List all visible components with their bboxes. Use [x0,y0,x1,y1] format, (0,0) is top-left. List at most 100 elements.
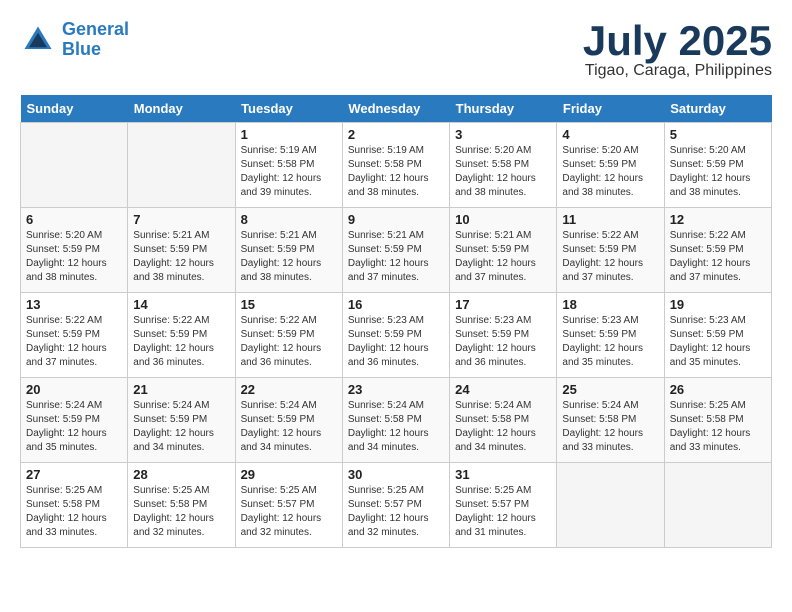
day-info: Sunrise: 5:21 AM Sunset: 5:59 PM Dayligh… [348,229,444,285]
calendar-cell: 3 Sunrise: 5:20 AM Sunset: 5:58 PM Dayli… [450,123,557,208]
day-number: 12 [670,212,766,227]
logo: General Blue [20,20,129,60]
day-info: Sunrise: 5:25 AM Sunset: 5:58 PM Dayligh… [26,484,122,540]
day-number: 5 [670,127,766,142]
calendar-cell: 30 Sunrise: 5:25 AM Sunset: 5:57 PM Dayl… [342,463,449,548]
day-number: 22 [241,382,337,397]
calendar-cell: 26 Sunrise: 5:25 AM Sunset: 5:58 PM Dayl… [664,378,771,463]
calendar-cell: 4 Sunrise: 5:20 AM Sunset: 5:59 PM Dayli… [557,123,664,208]
week-row-1: 1 Sunrise: 5:19 AM Sunset: 5:58 PM Dayli… [21,123,772,208]
header-wednesday: Wednesday [342,95,449,123]
calendar-cell: 14 Sunrise: 5:22 AM Sunset: 5:59 PM Dayl… [128,293,235,378]
day-info: Sunrise: 5:19 AM Sunset: 5:58 PM Dayligh… [241,144,337,200]
day-info: Sunrise: 5:20 AM Sunset: 5:59 PM Dayligh… [670,144,766,200]
day-info: Sunrise: 5:25 AM Sunset: 5:58 PM Dayligh… [670,399,766,455]
day-info: Sunrise: 5:25 AM Sunset: 5:58 PM Dayligh… [133,484,229,540]
day-info: Sunrise: 5:21 AM Sunset: 5:59 PM Dayligh… [133,229,229,285]
header-monday: Monday [128,95,235,123]
logo-line1: General [62,19,129,39]
day-number: 4 [562,127,658,142]
calendar-cell: 29 Sunrise: 5:25 AM Sunset: 5:57 PM Dayl… [235,463,342,548]
calendar-table: SundayMondayTuesdayWednesdayThursdayFrid… [20,95,772,548]
calendar-cell: 20 Sunrise: 5:24 AM Sunset: 5:59 PM Dayl… [21,378,128,463]
calendar-cell: 24 Sunrise: 5:24 AM Sunset: 5:58 PM Dayl… [450,378,557,463]
header-sunday: Sunday [21,95,128,123]
calendar-cell: 25 Sunrise: 5:24 AM Sunset: 5:58 PM Dayl… [557,378,664,463]
day-info: Sunrise: 5:21 AM Sunset: 5:59 PM Dayligh… [455,229,551,285]
day-info: Sunrise: 5:19 AM Sunset: 5:58 PM Dayligh… [348,144,444,200]
day-number: 3 [455,127,551,142]
calendar-cell: 27 Sunrise: 5:25 AM Sunset: 5:58 PM Dayl… [21,463,128,548]
day-number: 21 [133,382,229,397]
calendar-cell: 10 Sunrise: 5:21 AM Sunset: 5:59 PM Dayl… [450,208,557,293]
day-number: 19 [670,297,766,312]
day-info: Sunrise: 5:25 AM Sunset: 5:57 PM Dayligh… [348,484,444,540]
calendar-cell: 31 Sunrise: 5:25 AM Sunset: 5:57 PM Dayl… [450,463,557,548]
day-info: Sunrise: 5:24 AM Sunset: 5:58 PM Dayligh… [562,399,658,455]
day-info: Sunrise: 5:20 AM Sunset: 5:59 PM Dayligh… [562,144,658,200]
header-thursday: Thursday [450,95,557,123]
calendar-cell [21,123,128,208]
day-info: Sunrise: 5:25 AM Sunset: 5:57 PM Dayligh… [455,484,551,540]
calendar-cell: 12 Sunrise: 5:22 AM Sunset: 5:59 PM Dayl… [664,208,771,293]
day-info: Sunrise: 5:22 AM Sunset: 5:59 PM Dayligh… [133,314,229,370]
day-number: 7 [133,212,229,227]
day-number: 8 [241,212,337,227]
calendar-cell [557,463,664,548]
calendar-cell: 5 Sunrise: 5:20 AM Sunset: 5:59 PM Dayli… [664,123,771,208]
calendar-cell [664,463,771,548]
day-number: 31 [455,467,551,482]
header-friday: Friday [557,95,664,123]
day-number: 30 [348,467,444,482]
calendar-cell: 18 Sunrise: 5:23 AM Sunset: 5:59 PM Dayl… [557,293,664,378]
calendar-cell: 6 Sunrise: 5:20 AM Sunset: 5:59 PM Dayli… [21,208,128,293]
day-number: 9 [348,212,444,227]
day-info: Sunrise: 5:22 AM Sunset: 5:59 PM Dayligh… [241,314,337,370]
day-number: 18 [562,297,658,312]
day-number: 25 [562,382,658,397]
day-number: 1 [241,127,337,142]
calendar-cell: 8 Sunrise: 5:21 AM Sunset: 5:59 PM Dayli… [235,208,342,293]
calendar-cell: 22 Sunrise: 5:24 AM Sunset: 5:59 PM Dayl… [235,378,342,463]
calendar-cell: 15 Sunrise: 5:22 AM Sunset: 5:59 PM Dayl… [235,293,342,378]
day-info: Sunrise: 5:21 AM Sunset: 5:59 PM Dayligh… [241,229,337,285]
day-number: 10 [455,212,551,227]
calendar-cell: 11 Sunrise: 5:22 AM Sunset: 5:59 PM Dayl… [557,208,664,293]
week-row-5: 27 Sunrise: 5:25 AM Sunset: 5:58 PM Dayl… [21,463,772,548]
day-info: Sunrise: 5:23 AM Sunset: 5:59 PM Dayligh… [562,314,658,370]
location: Tigao, Caraga, Philippines [583,62,772,80]
day-number: 24 [455,382,551,397]
day-info: Sunrise: 5:20 AM Sunset: 5:58 PM Dayligh… [455,144,551,200]
day-info: Sunrise: 5:22 AM Sunset: 5:59 PM Dayligh… [670,229,766,285]
logo-text: General Blue [62,20,129,60]
day-number: 27 [26,467,122,482]
day-number: 13 [26,297,122,312]
day-number: 17 [455,297,551,312]
week-row-3: 13 Sunrise: 5:22 AM Sunset: 5:59 PM Dayl… [21,293,772,378]
week-row-4: 20 Sunrise: 5:24 AM Sunset: 5:59 PM Dayl… [21,378,772,463]
month-title: July 2025 [583,20,772,62]
calendar-cell: 9 Sunrise: 5:21 AM Sunset: 5:59 PM Dayli… [342,208,449,293]
header-saturday: Saturday [664,95,771,123]
day-info: Sunrise: 5:24 AM Sunset: 5:59 PM Dayligh… [241,399,337,455]
day-number: 20 [26,382,122,397]
logo-line2: Blue [62,39,101,59]
day-info: Sunrise: 5:23 AM Sunset: 5:59 PM Dayligh… [670,314,766,370]
day-number: 23 [348,382,444,397]
day-info: Sunrise: 5:24 AM Sunset: 5:58 PM Dayligh… [455,399,551,455]
day-number: 2 [348,127,444,142]
calendar-cell: 28 Sunrise: 5:25 AM Sunset: 5:58 PM Dayl… [128,463,235,548]
day-info: Sunrise: 5:23 AM Sunset: 5:59 PM Dayligh… [348,314,444,370]
day-number: 11 [562,212,658,227]
day-number: 15 [241,297,337,312]
calendar-cell: 21 Sunrise: 5:24 AM Sunset: 5:59 PM Dayl… [128,378,235,463]
header-tuesday: Tuesday [235,95,342,123]
day-info: Sunrise: 5:22 AM Sunset: 5:59 PM Dayligh… [26,314,122,370]
calendar-cell: 13 Sunrise: 5:22 AM Sunset: 5:59 PM Dayl… [21,293,128,378]
calendar-cell: 7 Sunrise: 5:21 AM Sunset: 5:59 PM Dayli… [128,208,235,293]
day-number: 6 [26,212,122,227]
day-number: 16 [348,297,444,312]
header-row: SundayMondayTuesdayWednesdayThursdayFrid… [21,95,772,123]
calendar-cell: 17 Sunrise: 5:23 AM Sunset: 5:59 PM Dayl… [450,293,557,378]
day-number: 29 [241,467,337,482]
